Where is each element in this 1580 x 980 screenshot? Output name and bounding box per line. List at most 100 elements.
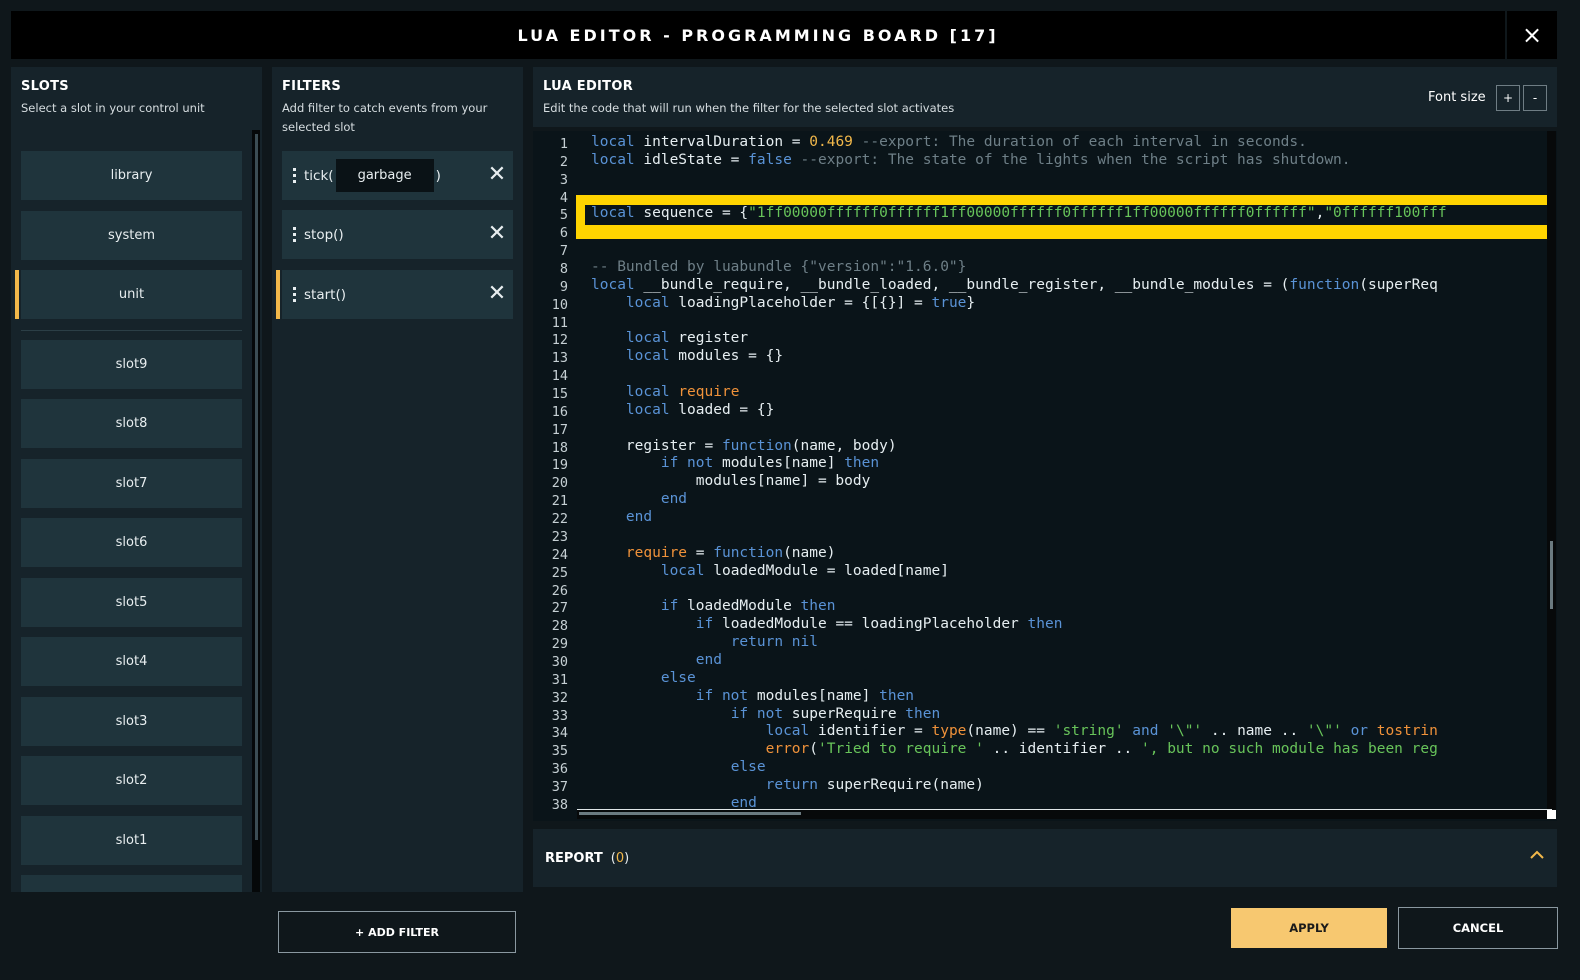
- font-increase-button[interactable]: +: [1496, 85, 1520, 111]
- line-number: 31: [551, 671, 568, 688]
- filters-title: FILTERS: [282, 79, 342, 94]
- filter-tick-prefix: tick(: [304, 167, 334, 184]
- remove-filter-icon[interactable]: ✕: [486, 283, 508, 305]
- slot-library[interactable]: library: [21, 151, 242, 200]
- code-line[interactable]: return nil: [591, 634, 818, 650]
- slots-panel: SLOTS Select a slot in your control unit…: [11, 67, 262, 892]
- slot-partial: [21, 875, 242, 892]
- line-number: 21: [551, 493, 568, 510]
- report-label: REPORT: [545, 850, 603, 866]
- code-line[interactable]: error('Tried to require ' .. identifier …: [591, 741, 1438, 757]
- code-line[interactable]: local idleState = false --export: The st…: [591, 152, 1351, 168]
- code-line[interactable]: local register: [591, 330, 748, 346]
- line-number: 22: [551, 511, 568, 528]
- slot-divider: [21, 330, 242, 331]
- line-number: 12: [551, 332, 568, 349]
- slot-6[interactable]: slot6: [21, 518, 242, 567]
- filter-tick-arg-input[interactable]: garbage: [335, 159, 434, 192]
- slot-system[interactable]: system: [21, 211, 242, 260]
- slot-8[interactable]: slot8: [21, 399, 242, 448]
- drag-handle-icon[interactable]: [292, 226, 296, 244]
- filter-tick-suffix: ): [435, 167, 441, 184]
- code-line[interactable]: register = function(name, body): [591, 438, 897, 454]
- slot-unit[interactable]: unit: [15, 270, 242, 319]
- slot-7[interactable]: slot7: [21, 459, 242, 508]
- drag-handle-icon[interactable]: [292, 167, 296, 185]
- code-line[interactable]: local loaded = {}: [591, 402, 774, 418]
- code-line[interactable]: -- Bundled by luabundle {"version":"1.6.…: [591, 259, 966, 275]
- filters-subtitle-line1: Add filter to catch events from your: [282, 101, 488, 115]
- line-number: 6: [559, 225, 568, 242]
- slot-2[interactable]: slot2: [21, 756, 242, 805]
- code-line[interactable]: local loadedModule = loaded[name]: [591, 563, 949, 579]
- line-number: 35: [551, 743, 568, 760]
- filters-panel: FILTERS Add filter to catch events from …: [272, 67, 523, 892]
- remove-filter-icon[interactable]: ✕: [486, 223, 508, 245]
- code-line[interactable]: local modules = {}: [591, 348, 783, 364]
- code-line[interactable]: local loadingPlaceholder = {[{}] = true}: [591, 295, 975, 311]
- line-number-gutter: 1 2 3 4 5 6 7 8 9 10 11 12 13 14 15 16 17 18 19 20 21 22 23 24 2…: [533, 131, 575, 821]
- slot-3[interactable]: slot3: [21, 697, 242, 746]
- line-number: 19: [551, 457, 568, 474]
- add-filter-button[interactable]: + ADD FILTER: [278, 911, 516, 953]
- code-line[interactable]: modules[name] = body: [591, 473, 871, 489]
- line-number: 34: [551, 725, 568, 742]
- cancel-button[interactable]: CANCEL: [1398, 907, 1558, 949]
- code-line[interactable]: local __bundle_require, __bundle_loaded,…: [591, 277, 1438, 293]
- code-line[interactable]: else: [591, 670, 696, 686]
- close-icon[interactable]: ×: [1507, 11, 1557, 59]
- window-titlebar: LUA EDITOR - PROGRAMMING BOARD [17]: [11, 11, 1505, 59]
- window-title: LUA EDITOR - PROGRAMMING BOARD [17]: [517, 25, 999, 45]
- lua-editor-header: LUA EDITOR Edit the code that will run w…: [533, 67, 1557, 127]
- code-line[interactable]: if not modules[name] then: [591, 455, 879, 471]
- code-line[interactable]: if loadedModule then: [591, 598, 836, 614]
- code-line[interactable]: if not modules[name] then: [591, 688, 914, 704]
- line-number: 5: [559, 207, 568, 224]
- line-number: 16: [551, 403, 568, 420]
- drag-handle-icon[interactable]: [292, 286, 296, 304]
- line-number: 25: [551, 564, 568, 581]
- code-line[interactable]: if not superRequire then: [591, 706, 941, 722]
- code-line[interactable]: require = function(name): [591, 545, 836, 561]
- line-number: 2: [559, 153, 568, 170]
- code-line[interactable]: end: [591, 491, 687, 507]
- code-line[interactable]: else: [591, 759, 766, 775]
- filter-stop[interactable]: stop() ✕: [282, 210, 513, 259]
- line-number: 13: [551, 350, 568, 367]
- code-line[interactable]: local sequence = {"1ff00000ffffff0ffffff…: [591, 205, 1447, 221]
- slot-1[interactable]: slot1: [21, 816, 242, 865]
- slot-4[interactable]: slot4: [21, 637, 242, 686]
- report-section[interactable]: REPORT (0): [533, 829, 1557, 887]
- code-line[interactable]: if loadedModule == loadingPlaceholder th…: [591, 616, 1063, 632]
- line-number: 29: [551, 636, 568, 653]
- code-vertical-scrollbar[interactable]: [1547, 131, 1556, 812]
- slot-9[interactable]: slot9: [21, 340, 242, 389]
- apply-button[interactable]: APPLY: [1231, 908, 1387, 948]
- editor-title: LUA EDITOR: [543, 79, 634, 94]
- line-number: 33: [551, 707, 568, 724]
- code-line[interactable]: local require: [591, 384, 740, 400]
- chevron-up-icon[interactable]: [1529, 847, 1545, 863]
- code-line[interactable]: end: [591, 652, 722, 668]
- code-horizontal-scrollbar[interactable]: [577, 809, 1552, 819]
- line-number: 14: [551, 368, 568, 385]
- line-number: 15: [551, 386, 568, 403]
- report-count: (0): [610, 850, 630, 866]
- code-line[interactable]: end: [591, 509, 652, 525]
- line-number: 24: [551, 546, 568, 563]
- code-editor[interactable]: 1 2 3 4 5 6 7 8 9 10 11 12 13 14 15 16 17 18 19 20 21 22 23 24 2…: [533, 131, 1557, 821]
- line-number: 1: [559, 136, 568, 152]
- slots-title: SLOTS: [21, 79, 69, 94]
- filter-tick[interactable]: tick( garbage ) ✕: [282, 151, 513, 200]
- filter-start[interactable]: start() ✕: [276, 270, 513, 319]
- code-line[interactable]: return superRequire(name): [591, 777, 984, 793]
- code-line[interactable]: local intervalDuration = 0.469 --export:…: [591, 134, 1307, 150]
- remove-filter-icon[interactable]: ✕: [486, 164, 508, 186]
- line-number: 37: [551, 778, 568, 795]
- font-size-label: Font size: [1428, 90, 1486, 105]
- filters-subtitle-line2: selected slot: [282, 120, 355, 134]
- slot-5[interactable]: slot5: [21, 578, 242, 627]
- font-decrease-button[interactable]: -: [1523, 85, 1547, 111]
- code-line[interactable]: local identifier = type(name) == 'string…: [591, 723, 1438, 739]
- slots-scrollbar[interactable]: [252, 130, 260, 892]
